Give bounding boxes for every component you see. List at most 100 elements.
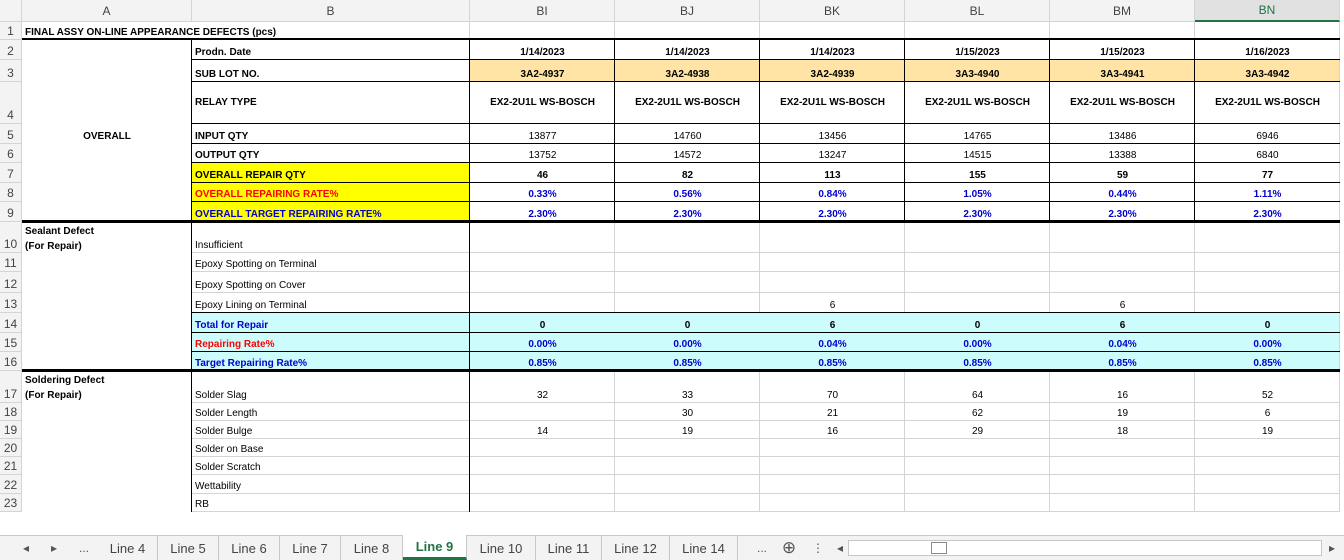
border-line	[192, 162, 1340, 163]
tab-line-4[interactable]: Line 4	[98, 536, 158, 560]
row-header[interactable]: 18	[0, 403, 22, 421]
ellipsis-icon[interactable]: ...	[74, 536, 94, 560]
cell-epoxy-terminal	[615, 253, 760, 272]
column-header-bm[interactable]: BM	[1050, 0, 1195, 22]
scrollbar-thumb[interactable]	[931, 542, 947, 554]
cell-total-repair: 0	[539, 320, 546, 331]
row-header[interactable]: 15	[0, 333, 22, 352]
border-line	[192, 201, 1340, 202]
row-header[interactable]: 11	[0, 253, 22, 272]
row-label-overall-repairing-rate: OVERALL REPAIRING RATE%	[195, 189, 339, 200]
border-line	[904, 40, 905, 222]
border-line	[192, 81, 1340, 82]
cell-insufficient	[1050, 222, 1195, 253]
cell-solder-slag: 33	[681, 390, 694, 401]
cell-rb	[1195, 494, 1340, 512]
row-header[interactable]: 12	[0, 272, 22, 293]
cell-rb	[1050, 494, 1195, 512]
border-line	[614, 40, 615, 222]
triangle-right-icon[interactable]: ▸	[46, 536, 62, 560]
row-header[interactable]: 16	[0, 352, 22, 371]
row-header[interactable]: 21	[0, 457, 22, 475]
tab-line-14[interactable]: Line 14	[670, 536, 738, 560]
row-header[interactable]: 6	[0, 144, 22, 163]
cell-overall-repair-qty: 155	[969, 170, 986, 181]
cell-repairing-rate: 0.00%	[1253, 339, 1282, 350]
border-line	[192, 351, 1340, 352]
row-header[interactable]: 9	[0, 202, 22, 222]
cell-sub-lot: 3A3-4942	[1245, 69, 1290, 80]
row-header[interactable]: 4	[0, 82, 22, 124]
cell-wettability	[615, 475, 760, 494]
cell-rb	[470, 494, 615, 512]
row-label-output-qty: OUTPUT QTY	[195, 150, 260, 161]
vertical-dots-icon[interactable]: ⋮	[812, 536, 824, 560]
scroll-left-icon[interactable]: ◂	[832, 536, 848, 560]
row-header[interactable]: 1	[0, 22, 22, 40]
cell-solder-bulge: 16	[826, 426, 839, 437]
triangle-left-icon[interactable]: ◂	[18, 536, 34, 560]
border-line	[22, 38, 1340, 40]
cell-rb	[615, 494, 760, 512]
horizontal-scrollbar[interactable]	[848, 540, 1322, 556]
row-header[interactable]: 17	[0, 371, 22, 403]
row-label-epoxy-cover: Epoxy Spotting on Cover	[195, 280, 306, 291]
row-header[interactable]: 3	[0, 60, 22, 82]
column-header-bi[interactable]: BI	[470, 0, 615, 22]
cell-prodn-date: 1/15/2023	[955, 47, 1000, 58]
cell-relay-type: EX2-2U1L WS-BOSCH	[780, 96, 885, 108]
cell-overall-repairing-rate: 0.44%	[1108, 189, 1137, 200]
row-header[interactable]: 2	[0, 40, 22, 60]
cell-sub-lot: 3A3-4941	[1100, 69, 1145, 80]
cell-overall-repairing-rate: 1.05%	[963, 189, 992, 200]
cell-wettability	[760, 475, 905, 494]
cell-sub-lot: 3A2-4939	[810, 69, 855, 80]
cell-relay-type: EX2-2U1L WS-BOSCH	[925, 96, 1030, 108]
row-label-epoxy-lining: Epoxy Lining on Terminal	[195, 300, 307, 311]
tab-line-8[interactable]: Line 8	[341, 536, 403, 560]
row-label-relay-type: RELAY TYPE	[195, 96, 257, 108]
column-header-a[interactable]: A	[22, 0, 192, 22]
tab-line-6[interactable]: Line 6	[219, 536, 280, 560]
scroll-right-icon[interactable]: ▸	[1324, 536, 1340, 560]
cell-solder-length: 30	[681, 408, 694, 419]
cell-overall-repairing-rate: 0.84%	[818, 189, 847, 200]
row-header[interactable]: 14	[0, 313, 22, 333]
tab-line-10[interactable]: Line 10	[467, 536, 536, 560]
column-header-bj[interactable]: BJ	[615, 0, 760, 22]
column-header-bn[interactable]: BN	[1195, 0, 1340, 22]
row-header[interactable]: 19	[0, 421, 22, 439]
row-header[interactable]: 5	[0, 124, 22, 144]
row-header[interactable]: 22	[0, 475, 22, 494]
cell-overall-repair-qty: 59	[1116, 170, 1129, 181]
column-header-bk[interactable]: BK	[760, 0, 905, 22]
cell-epoxy-terminal	[905, 253, 1050, 272]
cell-overall-repair-qty: 77	[1261, 170, 1274, 181]
select-all-corner[interactable]	[0, 0, 22, 22]
cell-epoxy-cover	[615, 272, 760, 293]
cell-overall-target-rate: 2.30%	[818, 209, 847, 220]
row-header[interactable]: 7	[0, 163, 22, 183]
tab-line-9[interactable]: Line 9	[403, 535, 467, 560]
column-header-b[interactable]: B	[192, 0, 470, 22]
cell-solder-scratch	[470, 457, 615, 475]
cell-epoxy-cover	[470, 272, 615, 293]
cell-solder-base	[1050, 439, 1195, 457]
plus-circle-icon[interactable]: ⊕	[778, 536, 800, 560]
tab-line-12[interactable]: Line 12	[602, 536, 670, 560]
row-header[interactable]: 23	[0, 494, 22, 512]
tab-line-11[interactable]: Line 11	[536, 536, 602, 560]
tab-line-5[interactable]: Line 5	[158, 536, 219, 560]
border-line	[759, 40, 760, 222]
ellipsis-icon[interactable]: ...	[752, 536, 772, 560]
cell-epoxy-cover	[760, 272, 905, 293]
column-header-bl[interactable]: BL	[905, 0, 1050, 22]
cell-solder-scratch	[1195, 457, 1340, 475]
tab-line-7[interactable]: Line 7	[280, 536, 341, 560]
row-header[interactable]: 20	[0, 439, 22, 457]
row-header[interactable]: 8	[0, 183, 22, 202]
cell-input-qty: 13456	[818, 131, 847, 142]
row-header[interactable]: 10	[0, 222, 22, 253]
row-header[interactable]: 13	[0, 293, 22, 313]
row-label-epoxy-terminal: Epoxy Spotting on Terminal	[195, 259, 317, 270]
